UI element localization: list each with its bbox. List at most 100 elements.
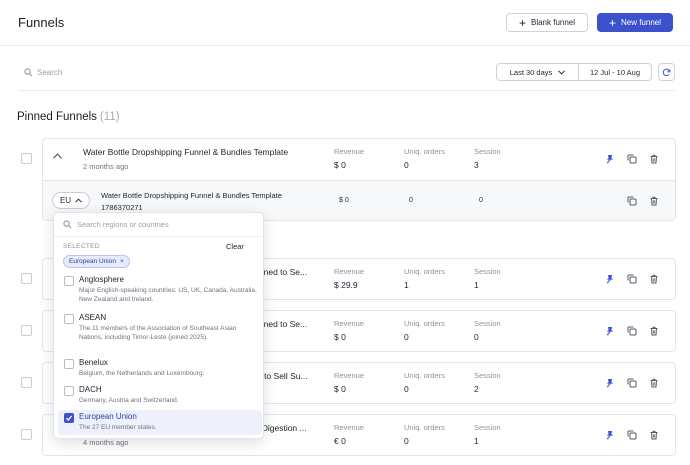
option-title: Benelux [79,358,108,367]
option-description: The 27 EU member states. [79,424,157,431]
region-option[interactable]: European Union The 27 EU member states. [58,410,262,435]
session-label: Session [474,371,501,380]
region-dropdown: Search regions or countries SELECTED Cle… [53,212,264,439]
pin-icon[interactable] [605,274,615,284]
date-range-picker[interactable]: Last 30 days 12 Jul - 10 Aug [496,63,652,81]
date-range-value[interactable]: 12 Jul - 10 Aug [579,64,651,80]
region-option[interactable]: Benelux Belgium, the Netherlands and Lux… [58,356,262,382]
selected-region-chip[interactable]: European Union × [63,255,130,268]
session-value: 1 [474,280,479,290]
variant-session: 0 [479,197,483,204]
session-label: Session [474,319,501,328]
pinned-title: Pinned Funnels [17,111,97,123]
row-checkbox[interactable] [21,377,32,388]
chip-label: European Union [69,258,116,265]
region-option[interactable]: ASEAN The 11 members of the Association … [58,311,262,355]
session-value: 1 [474,436,479,446]
region-select[interactable]: EU [52,192,90,209]
option-description: Germany, Austria and Switzerland. [79,397,179,404]
duplicate-icon[interactable] [627,378,637,388]
orders-label: Uniq. orders [404,319,445,328]
duplicate-icon[interactable] [627,196,637,206]
chevron-up-icon [75,198,82,203]
date-preset-label: Last 30 days [509,67,553,77]
duplicate-icon[interactable] [627,430,637,440]
revenue-label: Revenue [334,267,365,276]
orders-label: Uniq. orders [404,371,445,380]
filter-bar: Search Last 30 days 12 Jul - 10 Aug [18,63,675,91]
duplicate-icon[interactable] [627,274,637,284]
trash-icon[interactable] [649,274,659,284]
refresh-button[interactable] [658,63,675,81]
close-icon[interactable]: × [120,258,124,265]
new-funnel-button[interactable]: + New funnel [597,13,673,32]
selected-label: SELECTED [63,243,100,250]
top-bar: Funnels + Blank funnel + New funnel [0,0,690,46]
pin-icon[interactable] [605,326,615,336]
chevron-down-icon [558,69,566,75]
session-value: 3 [474,160,479,170]
checkbox[interactable] [64,276,74,286]
pin-icon[interactable] [605,430,615,440]
orders-value: 0 [404,332,409,342]
checkbox[interactable] [64,314,74,324]
revenue-label: Revenue [334,147,365,156]
refresh-icon [662,68,671,76]
session-value: 0 [474,332,479,342]
page-title: Funnels [18,15,65,30]
session-label: Session [474,147,501,156]
orders-value: 0 [404,436,409,446]
revenue-label: Revenue [334,371,365,380]
duplicate-icon[interactable] [627,326,637,336]
clear-button[interactable]: Clear [226,242,244,251]
revenue-label: Revenue [334,319,365,328]
blank-funnel-button[interactable]: + Blank funnel [506,13,588,32]
trash-icon[interactable] [649,326,659,336]
row-checkbox[interactable] [21,325,32,336]
orders-label: Uniq. orders [404,267,445,276]
checkbox[interactable] [64,386,74,396]
trash-icon[interactable] [649,430,659,440]
region-option[interactable]: DACH Germany, Austria and Switzerland. [58,383,262,409]
funnel-name[interactable]: igned to Se... [257,319,307,329]
check-icon [66,415,73,421]
revenue-value: $ 0 [334,160,346,170]
search-input[interactable]: Search [37,68,62,77]
revenue-value: $ 0 [334,332,346,342]
pin-icon[interactable] [605,154,615,164]
row-checkbox[interactable] [21,273,32,284]
orders-label: Uniq. orders [404,423,445,432]
region-search[interactable]: Search regions or countries [54,213,263,237]
checkbox[interactable] [64,359,74,369]
region-code: EU [59,196,72,205]
row-checkbox[interactable] [21,429,32,440]
row-checkbox[interactable] [21,153,32,164]
blank-funnel-label: Blank funnel [530,18,576,27]
trash-icon[interactable] [649,154,659,164]
trash-icon[interactable] [649,196,659,206]
chevron-up-icon[interactable] [53,153,62,159]
revenue-value: $ 29.9 [334,280,358,290]
funnel-name[interactable]: Water Bottle Dropshipping Funnel & Bundl… [83,147,288,157]
orders-value: 1 [404,280,409,290]
trash-icon[interactable] [649,378,659,388]
funnel-name[interactable]: d to Sell Su... [257,371,308,381]
date-preset-select[interactable]: Last 30 days [497,64,579,80]
option-description: The 11 members of the Association of Sou… [79,325,237,341]
region-search-input[interactable]: Search regions or countries [77,220,169,229]
region-option[interactable]: Anglosphere Major English-speaking count… [58,273,262,309]
funnel-name[interactable]: igned to Se... [257,267,307,277]
variant-name: Water Bottle Dropshipping Funnel & Bundl… [101,191,282,200]
checkbox[interactable] [64,413,74,423]
session-value: 2 [474,384,479,394]
option-title: European Union [79,412,137,421]
plus-icon: + [518,15,526,30]
option-description: Major English-speaking countries: US, UK… [79,287,257,303]
option-title: ASEAN [79,313,107,322]
pin-icon[interactable] [605,378,615,388]
funnel-name[interactable]: , Digestion ... [257,423,307,433]
session-label: Session [474,267,501,276]
search-icon [24,68,33,77]
plus-icon: + [608,15,616,30]
duplicate-icon[interactable] [627,154,637,164]
